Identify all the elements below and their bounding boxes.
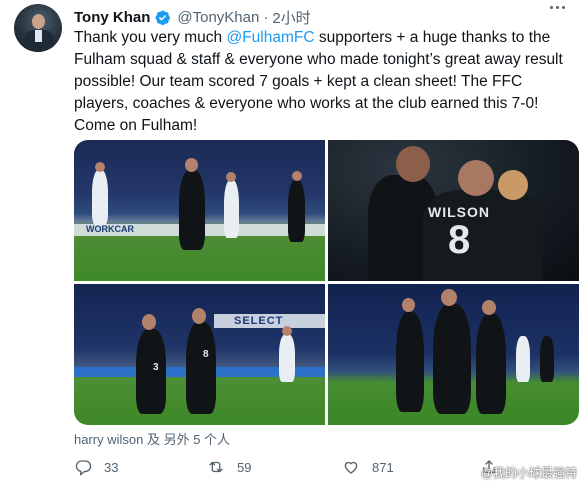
media-grid: WORKCAR WILSON 8 SELECT 8 3 bbox=[74, 140, 579, 425]
player-head bbox=[282, 326, 292, 336]
photo-1[interactable]: WORKCAR bbox=[74, 140, 325, 281]
avatar-head bbox=[32, 14, 45, 29]
like-count: 871 bbox=[372, 459, 394, 475]
photo-2[interactable]: WILSON 8 bbox=[328, 140, 579, 281]
player bbox=[433, 304, 471, 414]
verified-badge-icon bbox=[155, 10, 171, 25]
player-head bbox=[192, 308, 206, 324]
mention-link[interactable]: @FulhamFC bbox=[226, 29, 314, 46]
avatar[interactable] bbox=[14, 4, 62, 52]
player-head bbox=[402, 298, 415, 312]
player bbox=[186, 322, 216, 414]
player bbox=[224, 180, 239, 238]
player-head bbox=[226, 172, 236, 182]
player bbox=[279, 334, 295, 382]
player-head bbox=[95, 162, 105, 172]
player bbox=[136, 329, 166, 414]
retweet-count: 59 bbox=[237, 459, 252, 475]
reply-button[interactable]: 33 bbox=[74, 458, 118, 476]
tweet-text-part-1: Thank you very much bbox=[74, 29, 227, 46]
separator-dot: · bbox=[263, 8, 269, 26]
retweet-button[interactable]: 59 bbox=[207, 458, 251, 476]
ad-board-text: SELECT bbox=[234, 315, 284, 327]
tagged-people[interactable]: harry wilson 及 另外 5 个人 bbox=[74, 430, 230, 447]
player-head bbox=[292, 171, 302, 181]
shirt-number: 8 bbox=[448, 218, 471, 262]
tweet-time[interactable]: 2小时 bbox=[272, 7, 310, 28]
player bbox=[396, 312, 424, 412]
shirt-number: 3 bbox=[153, 362, 159, 373]
player bbox=[540, 336, 554, 382]
tweet-header: Tony Khan @TonyKhan · 2小时 bbox=[74, 7, 311, 27]
player bbox=[516, 336, 530, 382]
like-button[interactable]: 871 bbox=[342, 458, 394, 476]
retweet-icon bbox=[209, 461, 223, 473]
photo-4[interactable] bbox=[328, 284, 579, 425]
like-icon bbox=[344, 461, 358, 474]
watermark: @我的小球最强特 bbox=[480, 466, 577, 480]
avatar-shirt bbox=[35, 30, 42, 42]
player-head bbox=[441, 289, 457, 306]
player bbox=[92, 170, 108, 225]
reply-icon bbox=[75, 460, 92, 476]
user-handle[interactable]: @TonyKhan bbox=[177, 9, 259, 26]
player bbox=[288, 180, 305, 242]
player-head bbox=[482, 300, 496, 315]
player bbox=[476, 314, 506, 414]
player bbox=[179, 170, 205, 250]
photo-3[interactable]: SELECT 8 3 bbox=[74, 284, 325, 425]
display-name[interactable]: Tony Khan bbox=[74, 9, 150, 26]
shirt-number: 8 bbox=[203, 349, 209, 360]
player-head bbox=[185, 158, 198, 172]
tweet-text: Thank you very much @FulhamFC supporters… bbox=[74, 27, 574, 137]
player-head bbox=[142, 314, 156, 330]
player-head bbox=[458, 160, 494, 196]
player-head bbox=[498, 170, 528, 200]
player-head bbox=[396, 146, 430, 182]
more-icon[interactable] bbox=[550, 6, 565, 9]
ad-board-text: WORKCAR bbox=[86, 224, 134, 234]
reply-count: 33 bbox=[104, 459, 119, 475]
